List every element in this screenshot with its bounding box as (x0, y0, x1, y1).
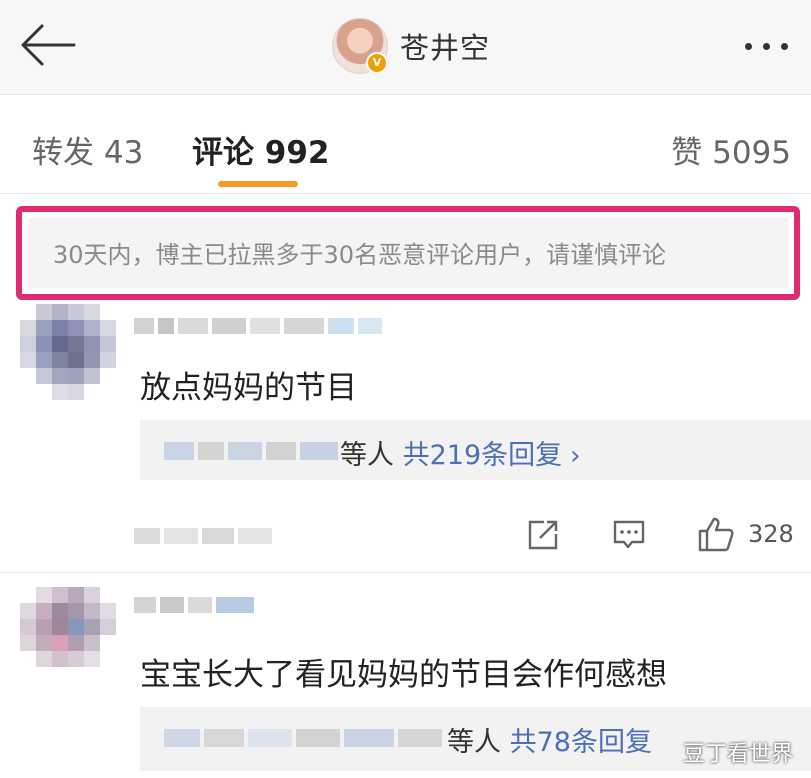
commenter-name-blurred[interactable] (134, 318, 384, 334)
page-title[interactable]: 苍井空 (400, 25, 490, 67)
replier-names-blurred (164, 442, 340, 460)
comment-text: 放点妈妈的节目 (140, 370, 357, 406)
reply-summary[interactable]: 等人 共78条回复 (447, 720, 652, 759)
reply-preview[interactable]: 等人 共219条回复 › (140, 420, 811, 480)
like-count: 328 (748, 520, 794, 548)
tab-bar: 转发 43 评论 992 赞 5095 (0, 95, 811, 194)
arrow-left-icon[interactable] (18, 22, 78, 68)
thumbs-up-icon[interactable] (697, 516, 735, 552)
reply-count-link[interactable]: 共219条回复 (403, 440, 563, 471)
reply-count-link[interactable]: 共78条回复 (510, 727, 652, 758)
comment-text: 宝宝长大了看见妈妈的节目会作何感想 (140, 657, 667, 693)
chevron-right-icon: › (570, 441, 581, 471)
active-tab-indicator (218, 181, 298, 187)
commenter-avatar-blurred[interactable] (20, 587, 116, 683)
watermark: 豆丁看世界 (683, 742, 794, 767)
tab-repost[interactable]: 转发 43 (32, 127, 143, 172)
commenter-avatar-blurred[interactable] (20, 304, 116, 400)
tab-likes[interactable]: 赞 5095 (671, 127, 791, 172)
reply-others-label: 等人 (447, 727, 501, 758)
more-dots-icon[interactable] (745, 35, 801, 55)
comment-time-blurred (134, 528, 274, 544)
top-bar: V 苍井空 (0, 0, 811, 95)
share-icon[interactable] (526, 518, 560, 552)
comment-icon[interactable] (612, 518, 646, 552)
replier-names-blurred (164, 729, 444, 747)
notice-text: 30天内，博主已拉黑多于30名恶意评论用户，请谨慎评论 (53, 241, 667, 269)
avatar[interactable]: V (332, 18, 388, 74)
comment-item: 放点妈妈的节目 等人 共219条回复 › 328 (0, 300, 811, 573)
reply-others-label: 等人 (340, 440, 394, 471)
block-notice: 30天内，博主已拉黑多于30名恶意评论用户，请谨慎评论 (16, 206, 800, 300)
commenter-name-blurred[interactable] (134, 597, 258, 613)
notice-banner: 30天内，博主已拉黑多于30名恶意评论用户，请谨慎评论 (28, 218, 788, 288)
comment-actions: 328 (0, 516, 811, 558)
verified-badge-icon: V (366, 52, 388, 74)
reply-summary[interactable]: 等人 共219条回复 › (340, 433, 581, 472)
tab-comments[interactable]: 评论 992 (192, 127, 330, 172)
